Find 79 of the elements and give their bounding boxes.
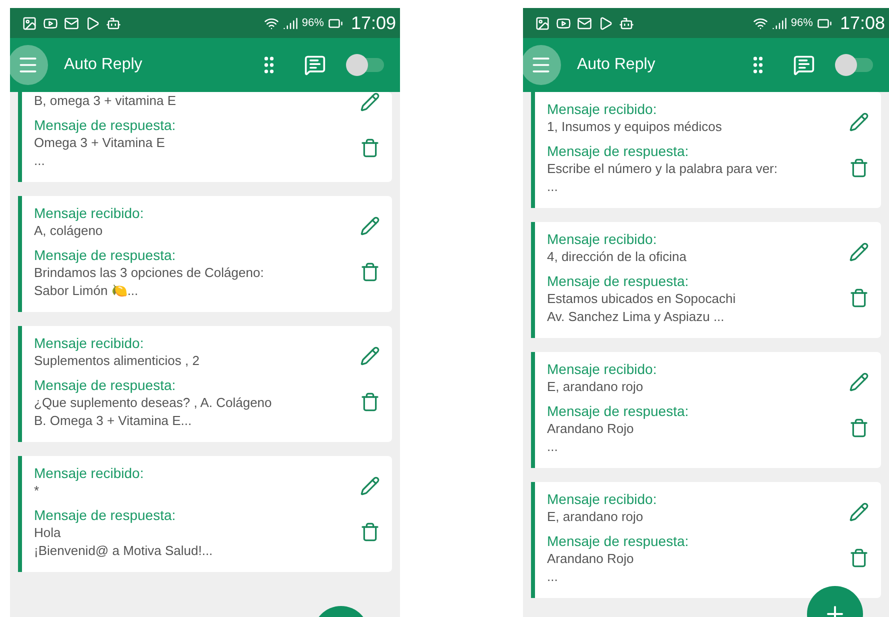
edit-icon[interactable] [360, 476, 380, 496]
rule-card[interactable]: B, omega 3 + vitamina E Mensaje de respuesta: Omega 3 + Vitamina E ... [18, 92, 392, 182]
received-label: Mensaje recibido: [34, 334, 145, 352]
signal-icon [772, 16, 787, 30]
response-message: Escribe el número y la palabra para ver: ... [547, 160, 779, 196]
edit-icon[interactable] [849, 502, 869, 522]
video-icon [43, 16, 58, 30]
rule-card[interactable]: Mensaje recibido: E, arandano rojo Mensaje de respuesta: Arandano Rojo ... [531, 352, 881, 468]
delete-icon[interactable] [849, 158, 869, 178]
menu-button[interactable] [523, 45, 561, 85]
image-icon [22, 16, 37, 30]
received-label: Mensaje recibido: [547, 360, 658, 378]
response-message: Arandano Rojo ... [547, 550, 635, 586]
received-label: Mensaje recibido: [34, 464, 145, 482]
delete-icon[interactable] [360, 392, 380, 412]
edit-icon[interactable] [360, 346, 380, 366]
response-label: Mensaje de respuesta: [34, 376, 177, 394]
robot-icon [106, 16, 121, 30]
edit-icon[interactable] [849, 372, 869, 392]
delete-icon[interactable] [360, 262, 380, 282]
received-message: E, arandano rojo [547, 378, 644, 396]
response-message: Omega 3 + Vitamina E ... [34, 134, 166, 170]
wifi-icon [264, 16, 279, 30]
response-message: Arandano Rojo ... [547, 420, 635, 456]
delete-icon[interactable] [849, 288, 869, 308]
mail-icon [64, 16, 79, 30]
response-message: Hola ¡Bienvenid@ a Motiva Salud!... [34, 524, 214, 560]
image-icon [535, 16, 550, 30]
received-message: Suplementos alimenticios , 2 [34, 352, 200, 370]
app-title: Auto Reply [577, 55, 656, 75]
rule-card[interactable]: Mensaje recibido: 1, Insumos y equipos médicos Mensaje de respuesta: Escribe el número y la palabra para ver: ... [531, 92, 881, 208]
response-message: ¿Que suplemento deseas? , A. Colágeno B. Omega 3 + Vitamina E... [34, 394, 273, 430]
play-icon [85, 16, 100, 30]
delete-icon[interactable] [849, 548, 869, 568]
robot-icon [619, 16, 634, 30]
rule-card[interactable]: Mensaje recibido: Suplementos alimenticios , 2 Mensaje de respuesta: ¿Que suplemento deseas? , A. Colágeno B. Omega 3 + Vitamina E... [18, 326, 392, 442]
response-label: Mensaje de respuesta: [34, 116, 177, 134]
response-label: Mensaje de respuesta: [547, 532, 690, 550]
edit-icon[interactable] [849, 242, 869, 262]
received-message: B, omega 3 + vitamina E [34, 92, 177, 110]
response-message: Brindamos las 3 opciones de Colágeno: Sabor Limón 🍋... [34, 264, 265, 300]
edit-icon[interactable] [360, 216, 380, 236]
edit-icon[interactable] [360, 92, 380, 112]
received-label: Mensaje recibido: [34, 204, 145, 222]
delete-icon[interactable] [360, 522, 380, 542]
clock: 17:08 [840, 12, 885, 34]
response-label: Mensaje de respuesta: [547, 142, 690, 160]
rule-card[interactable]: Mensaje recibido: A, colágeno Mensaje de respuesta: Brindamos las 3 opciones de Colágeno: Sabor Limón 🍋... [18, 196, 392, 312]
rule-card[interactable]: Mensaje recibido: 4, dirección de la oficina Mensaje de respuesta: Estamos ubicados en Sopocachi Av. Sanchez Lima y Aspiazu ... [531, 222, 881, 338]
response-label: Mensaje de respuesta: [34, 246, 177, 264]
menu-button[interactable] [10, 45, 48, 85]
response-message: Estamos ubicados en Sopocachi Av. Sanchez Lima y Aspiazu ... [547, 290, 737, 326]
play-icon [598, 16, 613, 30]
response-label: Mensaje de respuesta: [34, 506, 177, 524]
received-message: E, arandano rojo [547, 508, 644, 526]
app-title: Auto Reply [64, 55, 142, 75]
message-icon[interactable] [304, 54, 326, 76]
delete-icon[interactable] [849, 418, 869, 438]
response-label: Mensaje de respuesta: [547, 272, 690, 290]
rule-card[interactable]: Mensaje recibido: E, arandano rojo Mensaje de respuesta: Arandano Rojo ... [531, 482, 881, 598]
received-message: 1, Insumos y equipos médicos [547, 118, 723, 136]
response-label: Mensaje de respuesta: [547, 402, 690, 420]
signal-icon [282, 16, 298, 30]
wifi-icon [752, 16, 768, 30]
clock: 17:09 [350, 12, 396, 34]
received-label: Mensaje recibido: [547, 230, 658, 248]
received-message: A, colágeno [34, 222, 104, 240]
received-label: Mensaje recibido: [547, 100, 658, 118]
received-message: 4, dirección de la oficina [547, 248, 688, 266]
rule-card[interactable]: Mensaje recibido: * Mensaje de respuesta: Hola ¡Bienvenid@ a Motiva Salud!... [18, 456, 392, 572]
received-message: * [34, 482, 40, 500]
video-icon [556, 16, 571, 30]
message-icon[interactable] [793, 54, 815, 76]
mail-icon [577, 16, 592, 30]
received-label: Mensaje recibido: [547, 490, 658, 508]
battery-level: 96% [302, 16, 324, 31]
delete-icon[interactable] [360, 138, 380, 158]
edit-icon[interactable] [849, 112, 869, 132]
battery-level: 96% [790, 16, 813, 31]
